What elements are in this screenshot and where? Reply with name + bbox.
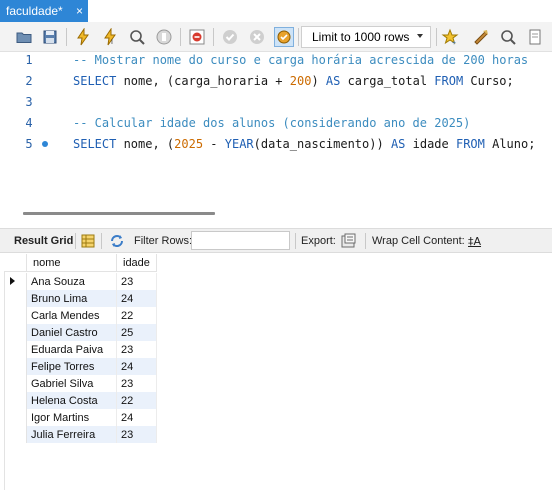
tab-faculdade[interactable]: faculdade* × [0,0,88,22]
table-row[interactable]: Gabriel Silva 23 [4,375,157,392]
line-number: 5 [25,137,33,151]
current-statement-marker [42,141,48,147]
sql-statement: SELECT nome, (2025 - YEAR(data_nasciment… [73,137,536,151]
explain-icon[interactable] [127,27,147,47]
cell-idade[interactable]: 23 [117,341,157,358]
execute-icon[interactable] [73,27,93,47]
export-label: Export: [301,235,336,247]
line-number: 1 [25,53,33,67]
close-tab-icon[interactable]: × [76,4,83,18]
table-row[interactable]: Daniel Castro 25 [4,324,157,341]
row-header[interactable] [4,426,27,443]
cell-idade[interactable]: 24 [117,358,157,375]
cell-idade[interactable]: 23 [117,426,157,443]
editor-line: 4 -- Calcular idade dos alunos (consider… [0,113,552,133]
cell-idade[interactable]: 22 [117,392,157,409]
line-number: 4 [25,116,33,130]
row-header[interactable] [4,375,27,392]
stop-icon[interactable] [154,27,174,47]
table-row[interactable]: Helena Costa 22 [4,392,157,409]
cell-nome[interactable]: Helena Costa [27,392,117,409]
limit-rows-select[interactable]: Limit to 1000 rows [301,26,431,48]
cell-nome[interactable]: Igor Martins [27,409,117,426]
svg-text:I: I [111,39,113,46]
cell-nome[interactable]: Gabriel Silva [27,375,117,392]
refresh-icon[interactable] [109,229,125,253]
tab-title: faculdade* [6,4,63,18]
column-header-nome[interactable]: nome [27,254,117,272]
column-header-idade[interactable]: idade [117,254,157,272]
row-header[interactable] [4,290,27,307]
filter-rows-input[interactable] [191,231,290,250]
editor-line: 2 SELECT nome, (carga_horaria + 200) AS … [0,71,552,91]
editor-line: 3 [0,92,552,112]
editor-horizontal-scrollbar[interactable] [23,212,215,215]
limit-rows-value: Limit to 1000 rows [312,30,410,44]
export-icon[interactable] [341,229,357,253]
chevron-down-icon [417,34,423,38]
commit-icon[interactable] [220,27,240,47]
beautify-icon[interactable] [471,27,491,47]
cell-idade[interactable]: 25 [117,324,157,341]
wrap-cell-content-label: Wrap Cell Content: [372,235,465,247]
result-grid-label[interactable]: Result Grid [14,229,73,253]
table-row[interactable]: Felipe Torres 24 [4,358,157,375]
tab-bar: faculdade* × [0,0,552,22]
sql-comment: -- Mostrar nome do curso e carga horária… [73,53,529,67]
row-header[interactable] [4,307,27,324]
table-row[interactable]: Ana Souza 23 [4,273,157,290]
row-header[interactable] [4,358,27,375]
find-icon[interactable] [498,27,518,47]
cell-nome[interactable]: Julia Ferreira [27,426,117,443]
table-row[interactable]: Eduarda Paiva 23 [4,341,157,358]
table-row[interactable]: Bruno Lima 24 [4,290,157,307]
svg-text:+: + [452,40,456,46]
cell-nome[interactable]: Felipe Torres [27,358,117,375]
table-row[interactable]: Carla Mendes 22 [4,307,157,324]
row-header-corner [4,254,27,272]
rollback-icon[interactable] [247,27,267,47]
wrap-text-icon[interactable]: ‡A [468,229,481,253]
result-toolbar: Result Grid Filter Rows: Export: Wrap Ce… [0,229,552,253]
cell-nome[interactable]: Daniel Castro [27,324,117,341]
autocommit-icon[interactable] [274,27,294,47]
editor-line: 5 SELECT nome, (2025 - YEAR(data_nascime… [0,134,552,154]
cell-idade[interactable]: 22 [117,307,157,324]
current-row-pointer-icon [10,277,15,285]
editor-line: 1 -- Mostrar nome do curso e carga horár… [0,50,552,70]
grid-view-icon[interactable] [81,229,95,253]
sql-editor[interactable]: 1 -- Mostrar nome do curso e carga horár… [0,52,552,202]
cell-nome[interactable]: Eduarda Paiva [27,341,117,358]
cell-idade[interactable]: 23 [117,375,157,392]
table-row[interactable]: Igor Martins 24 [4,409,157,426]
row-header[interactable] [4,341,27,358]
open-file-icon[interactable] [14,27,34,47]
cell-nome[interactable]: Carla Mendes [27,307,117,324]
invisible-chars-icon[interactable] [525,27,545,47]
row-header[interactable] [4,273,27,290]
filter-rows-label: Filter Rows: [134,235,193,247]
line-number: 3 [25,95,33,109]
sql-statement: SELECT nome, (carga_horaria + 200) AS ca… [73,74,514,88]
cell-nome[interactable]: Bruno Lima [27,290,117,307]
sql-editor-toolbar: I Limit to 1000 rows + [0,22,552,52]
cell-nome[interactable]: Ana Souza [27,273,117,290]
toggle-error-icon[interactable] [187,27,207,47]
cell-idade[interactable]: 24 [117,290,157,307]
row-header[interactable] [4,409,27,426]
line-number: 2 [25,74,33,88]
row-header[interactable] [4,392,27,409]
save-icon[interactable] [40,27,60,47]
sql-comment: -- Calcular idade dos alunos (consideran… [73,116,471,130]
table-row[interactable]: Julia Ferreira 23 [4,426,157,443]
row-header[interactable] [4,324,27,341]
grid-header: nome idade [4,254,157,272]
cell-idade[interactable]: 24 [117,409,157,426]
cell-idade[interactable]: 23 [117,273,157,290]
execute-current-icon[interactable]: I [100,27,120,47]
add-snippet-icon[interactable]: + [440,27,460,47]
